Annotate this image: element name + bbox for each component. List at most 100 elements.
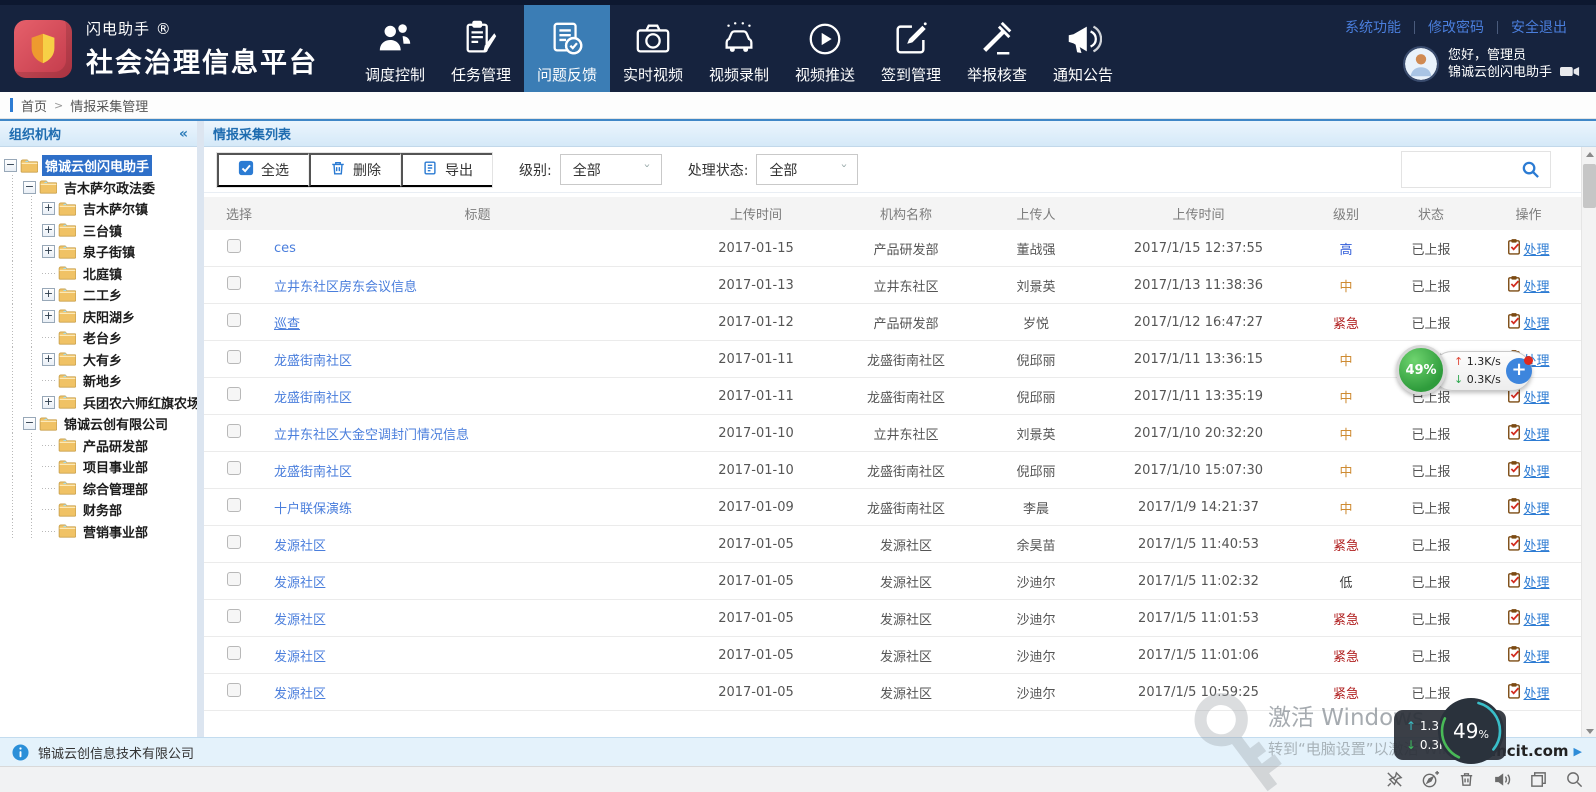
process-link[interactable]: 处理 xyxy=(1523,239,1549,258)
tree-node-label[interactable]: 吉木萨尔政法委 xyxy=(61,177,158,198)
tree-expander-icon[interactable]: − xyxy=(23,181,36,194)
tree-node-label[interactable]: 二工乡 xyxy=(80,284,125,305)
process-link[interactable]: 处理 xyxy=(1523,683,1549,702)
tree-node-label[interactable]: 财务部 xyxy=(80,499,125,520)
row-checkbox[interactable] xyxy=(227,387,241,401)
nav-item-task-management[interactable]: 任务管理 xyxy=(438,5,524,92)
tree-expander-icon[interactable]: − xyxy=(23,417,36,430)
search-input[interactable] xyxy=(1402,152,1510,187)
tree-node-label[interactable]: 综合管理部 xyxy=(80,478,151,499)
nav-item-notice-announcement[interactable]: 通知公告 xyxy=(1040,5,1126,92)
tree-node-label[interactable]: 庆阳湖乡 xyxy=(80,306,138,327)
process-link[interactable]: 处理 xyxy=(1523,461,1549,480)
tree-expander-icon[interactable] xyxy=(42,445,55,446)
collapse-sidebar-icon[interactable]: « xyxy=(179,126,188,142)
process-link[interactable]: 处理 xyxy=(1523,572,1549,591)
process-link[interactable]: 处理 xyxy=(1523,535,1549,554)
tree-node[interactable]: − 锦诚云创闪电助手 xyxy=(4,155,195,177)
process-link[interactable]: 处理 xyxy=(1523,498,1549,517)
row-title-link[interactable]: ces xyxy=(274,241,296,256)
corner-progress-circle[interactable]: 49% xyxy=(1437,697,1505,765)
process-link[interactable]: 处理 xyxy=(1523,609,1549,628)
scrollbar-thumb[interactable] xyxy=(1583,164,1596,208)
row-title-link[interactable]: 立井东社区大金空调封门情况信息 xyxy=(274,428,469,443)
delete-button[interactable]: 删除 xyxy=(309,153,401,187)
row-checkbox[interactable] xyxy=(227,609,241,623)
row-title-link[interactable]: 立井东社区房东会议信息 xyxy=(274,280,417,295)
search-button[interactable] xyxy=(1510,152,1550,187)
tree-node[interactable]: 老台乡 xyxy=(4,327,195,349)
tree-node[interactable]: + 吉木萨尔镇 xyxy=(4,198,195,220)
footer-arrow-icon[interactable]: ▶ xyxy=(1574,745,1582,758)
tree-expander-icon[interactable]: + xyxy=(42,202,55,215)
row-checkbox[interactable] xyxy=(227,535,241,549)
change-password-link[interactable]: 修改密码 xyxy=(1415,17,1497,37)
scroll-up-icon[interactable] xyxy=(1582,147,1596,162)
tree-expander-icon[interactable]: + xyxy=(42,224,55,237)
tree-node[interactable]: + 兵团农六师红旗农场 xyxy=(4,392,195,414)
tree-node[interactable]: 北庭镇 xyxy=(4,263,195,285)
process-link[interactable]: 处理 xyxy=(1523,276,1549,295)
tree-expander-icon[interactable] xyxy=(42,488,55,489)
nav-item-video-push[interactable]: 视频推送 xyxy=(782,5,868,92)
row-title-link[interactable]: 巡查 xyxy=(274,317,300,332)
breadcrumb-home[interactable]: 首页 xyxy=(21,96,47,115)
system-functions-link[interactable]: 系统功能 xyxy=(1332,17,1414,37)
row-checkbox[interactable] xyxy=(227,350,241,364)
tree-node[interactable]: 综合管理部 xyxy=(4,478,195,500)
search-icon[interactable] xyxy=(1565,770,1584,789)
tree-expander-icon[interactable]: + xyxy=(42,396,55,409)
tree-node-label[interactable]: 三台镇 xyxy=(80,220,125,241)
row-title-link[interactable]: 龙盛街南社区 xyxy=(274,354,352,369)
nav-item-realtime-video[interactable]: 实时视频 xyxy=(610,5,696,92)
tree-expander-icon[interactable] xyxy=(42,509,55,510)
tree-node[interactable]: − 吉木萨尔政法委 xyxy=(4,177,195,199)
row-checkbox[interactable] xyxy=(227,683,241,697)
nav-item-checkin-management[interactable]: 签到管理 xyxy=(868,5,954,92)
tree-node[interactable]: − 锦诚云创有限公司 xyxy=(4,413,195,435)
tree-node[interactable]: 项目事业部 xyxy=(4,456,195,478)
nav-item-video-recording[interactable]: 视频录制 xyxy=(696,5,782,92)
export-button[interactable]: 导出 xyxy=(401,153,492,187)
row-title-link[interactable]: 龙盛街南社区 xyxy=(274,465,352,480)
row-checkbox[interactable] xyxy=(227,276,241,290)
level-select[interactable]: 全部 ˅ xyxy=(560,154,662,185)
logout-link[interactable]: 安全退出 xyxy=(1498,17,1580,37)
tree-expander-icon[interactable]: + xyxy=(42,310,55,323)
speed-overlay-widget[interactable]: ↑ 1.3K/s ↓ 0.3K/s 49% + xyxy=(1396,345,1534,397)
speaker-icon[interactable] xyxy=(1493,770,1512,789)
pin-disabled-icon[interactable] xyxy=(1385,770,1404,789)
tree-node-label[interactable]: 项目事业部 xyxy=(80,456,151,477)
row-title-link[interactable]: 发源社区 xyxy=(274,539,326,554)
tree-node-label[interactable]: 营销事业部 xyxy=(80,521,151,542)
tree-node-label[interactable]: 老台乡 xyxy=(80,327,125,348)
row-checkbox[interactable] xyxy=(227,313,241,327)
nav-item-problem-feedback[interactable]: 问题反馈 xyxy=(524,5,610,92)
process-link[interactable]: 处理 xyxy=(1523,424,1549,443)
process-link[interactable]: 处理 xyxy=(1523,646,1549,665)
row-checkbox[interactable] xyxy=(227,572,241,586)
row-title-link[interactable]: 发源社区 xyxy=(274,613,326,628)
status-select[interactable]: 全部 ˅ xyxy=(756,154,858,185)
tree-expander-icon[interactable]: + xyxy=(42,353,55,366)
tree-expander-icon[interactable] xyxy=(42,531,55,532)
tree-node[interactable]: + 三台镇 xyxy=(4,220,195,242)
tree-node[interactable]: + 二工乡 xyxy=(4,284,195,306)
tree-node-label[interactable]: 锦诚云创有限公司 xyxy=(61,413,171,434)
row-checkbox[interactable] xyxy=(227,498,241,512)
progress-circle[interactable]: 49% xyxy=(1396,345,1446,395)
tree-expander-icon[interactable] xyxy=(42,380,55,381)
scrollbar[interactable] xyxy=(1581,147,1596,739)
trash-icon[interactable] xyxy=(1457,770,1476,789)
tree-expander-icon[interactable]: + xyxy=(42,245,55,258)
tree-expander-icon[interactable]: − xyxy=(4,159,17,172)
row-title-link[interactable]: 发源社区 xyxy=(274,576,326,591)
row-checkbox[interactable] xyxy=(227,646,241,660)
tree-node-label[interactable]: 锦诚云创闪电助手 xyxy=(42,155,152,176)
row-checkbox[interactable] xyxy=(227,424,241,438)
tree-node-label[interactable]: 新地乡 xyxy=(80,370,125,391)
tree-node[interactable]: + 泉子街镇 xyxy=(4,241,195,263)
row-title-link[interactable]: 发源社区 xyxy=(274,650,326,665)
row-title-link[interactable]: 十户联保演练 xyxy=(274,502,352,517)
row-checkbox[interactable] xyxy=(227,239,241,253)
